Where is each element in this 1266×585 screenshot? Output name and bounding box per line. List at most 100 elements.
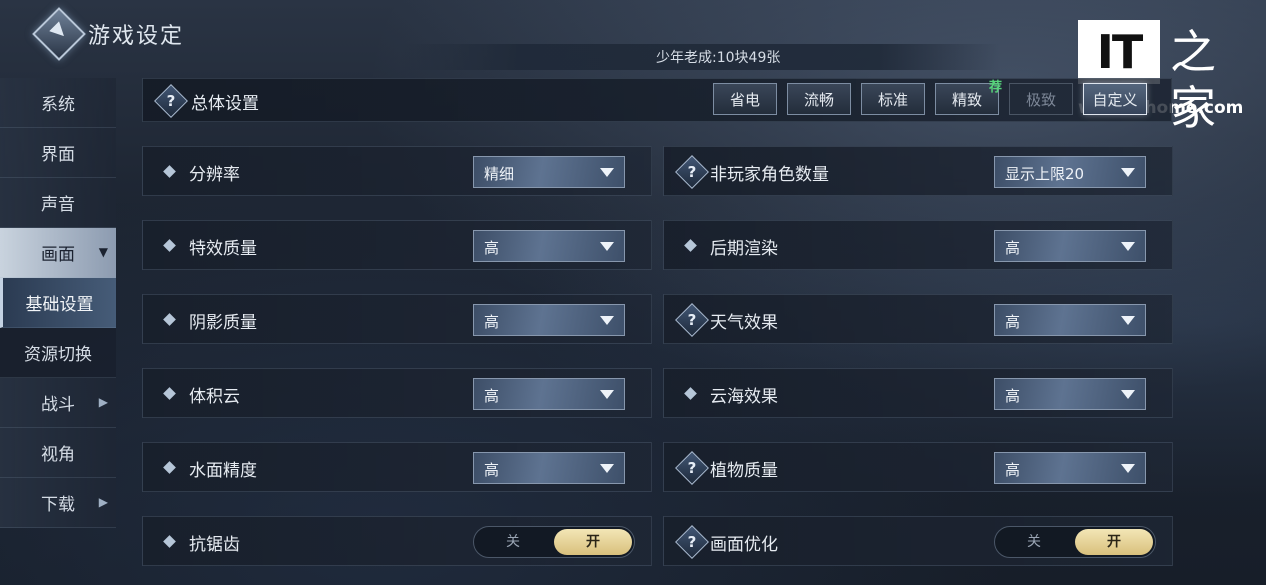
sidebar-item-interface[interactable]: 界面 xyxy=(0,128,116,178)
chevron-right-icon: ▶ xyxy=(98,495,108,509)
toggle-on-option[interactable]: 开 xyxy=(1075,529,1153,555)
sidebar-subitem-resource-switch[interactable]: 资源切换 xyxy=(0,328,116,378)
caret-down-icon xyxy=(1121,242,1135,251)
preset-label: 流畅 xyxy=(803,90,834,109)
sidebar-item-graphics[interactable]: 画面 ▼ xyxy=(0,228,116,278)
toggle-on-option[interactable]: 开 xyxy=(554,529,632,555)
setting-label: 抗锯齿 xyxy=(189,535,240,555)
header: 游戏设定 少年老成:10块49张 xyxy=(0,0,1266,75)
watermark-logo-cn: 之家 xyxy=(1170,25,1216,135)
sidebar-item-combat[interactable]: 战斗 ▶ xyxy=(0,378,116,428)
dropdown-value: 高 xyxy=(484,387,500,405)
help-icon[interactable]: ? xyxy=(154,84,188,118)
setting-label: 特效质量 xyxy=(189,239,257,259)
setting-weather-effects: ? 天气效果 高 xyxy=(663,294,1173,344)
shadow-quality-dropdown[interactable]: 高 xyxy=(473,304,625,336)
setting-post-processing: 后期渲染 高 xyxy=(663,220,1173,270)
dropdown-value: 高 xyxy=(1005,461,1021,479)
caret-down-icon xyxy=(600,390,614,399)
recommended-badge: 荐 xyxy=(988,80,1002,95)
sidebar-item-label: 基础设置 xyxy=(25,295,94,315)
diamond-bullet-icon xyxy=(163,387,176,400)
caret-down-icon xyxy=(1121,316,1135,325)
caret-down-icon xyxy=(600,242,614,251)
setting-cloud-sea-effects: 云海效果 高 xyxy=(663,368,1173,418)
resolution-dropdown[interactable]: 精细 xyxy=(473,156,625,188)
setting-resolution: 分辨率 精细 xyxy=(142,146,652,196)
effects-quality-dropdown[interactable]: 高 xyxy=(473,230,625,262)
setting-label: 阴影质量 xyxy=(189,313,257,333)
preset-fine-button[interactable]: 精致荐 xyxy=(935,80,1002,115)
setting-label: 非玩家角色数量 xyxy=(710,165,829,185)
sidebar-item-system[interactable]: 系统 xyxy=(0,78,116,128)
overall-settings-row: ? 总体设置 省电 流畅 标准 精致荐 极致 自定义 xyxy=(142,78,1172,122)
setting-anti-aliasing: 抗锯齿 关 开 xyxy=(142,516,652,566)
sidebar-item-label: 视角 xyxy=(41,445,75,465)
watermark-logo: IT xyxy=(1078,20,1160,98)
preset-label: 标准 xyxy=(877,90,908,109)
setting-label: 体积云 xyxy=(189,387,240,407)
caret-down-icon xyxy=(1121,390,1135,399)
help-icon[interactable]: ? xyxy=(675,451,709,485)
dropdown-value: 高 xyxy=(1005,313,1021,331)
overall-settings-label: 总体设置 xyxy=(191,94,259,114)
dropdown-value: 高 xyxy=(1005,239,1021,257)
water-precision-dropdown[interactable]: 高 xyxy=(473,452,625,484)
setting-shadow-quality: 阴影质量 高 xyxy=(142,294,652,344)
sidebar-item-label: 系统 xyxy=(41,95,75,115)
game-logo-icon xyxy=(32,7,86,61)
diamond-bullet-icon xyxy=(163,535,176,548)
setting-water-precision: 水面精度 高 xyxy=(142,442,652,492)
setting-volumetric-clouds: 体积云 高 xyxy=(142,368,652,418)
cloud-sea-dropdown[interactable]: 高 xyxy=(994,378,1146,410)
preset-label: 省电 xyxy=(729,90,760,109)
sidebar-subitem-basic-settings[interactable]: 基础设置 xyxy=(0,278,116,328)
quality-presets: 省电 流畅 标准 精致荐 极致 自定义 xyxy=(713,80,1147,115)
sidebar-item-camera[interactable]: 视角 xyxy=(0,428,116,478)
preset-custom-button[interactable]: 自定义 xyxy=(1083,83,1147,115)
caret-down-icon xyxy=(1121,168,1135,177)
sidebar-item-label: 界面 xyxy=(41,145,75,165)
help-icon[interactable]: ? xyxy=(675,525,709,559)
diamond-bullet-icon xyxy=(163,313,176,326)
toggle-off-option[interactable]: 关 xyxy=(995,527,1073,557)
dropdown-value: 显示上限20 xyxy=(1005,165,1085,183)
diamond-bullet-icon xyxy=(163,165,176,178)
preset-label: 精致 xyxy=(951,90,982,109)
preset-standard-button[interactable]: 标准 xyxy=(861,83,925,115)
setting-label: 后期渲染 xyxy=(710,239,778,259)
dropdown-value: 高 xyxy=(484,239,500,257)
preset-ultimate-button[interactable]: 极致 xyxy=(1009,83,1073,115)
setting-vegetation-quality: ? 植物质量 高 xyxy=(663,442,1173,492)
setting-label: 分辨率 xyxy=(189,165,240,185)
sidebar-item-sound[interactable]: 声音 xyxy=(0,178,116,228)
help-icon[interactable]: ? xyxy=(675,303,709,337)
dropdown-value: 高 xyxy=(1005,387,1021,405)
volumetric-clouds-dropdown[interactable]: 高 xyxy=(473,378,625,410)
caret-down-icon xyxy=(1121,464,1135,473)
sidebar-item-label: 声音 xyxy=(41,195,75,215)
diamond-bullet-icon xyxy=(163,461,176,474)
post-processing-dropdown[interactable]: 高 xyxy=(994,230,1146,262)
sidebar-item-label: 画面 xyxy=(41,245,75,265)
setting-label: 水面精度 xyxy=(189,461,257,481)
help-icon[interactable]: ? xyxy=(675,155,709,189)
sidebar-item-download[interactable]: 下载 ▶ xyxy=(0,478,116,528)
preset-smooth-button[interactable]: 流畅 xyxy=(787,83,851,115)
anti-aliasing-toggle[interactable]: 关 开 xyxy=(473,526,635,558)
caret-down-icon xyxy=(600,316,614,325)
setting-label: 云海效果 xyxy=(710,387,778,407)
vegetation-quality-dropdown[interactable]: 高 xyxy=(994,452,1146,484)
chevron-right-icon: ▶ xyxy=(98,395,108,409)
setting-npc-count: ? 非玩家角色数量 显示上限20 xyxy=(663,146,1173,196)
sidebar-item-label: 下载 xyxy=(41,495,75,515)
settings-sidebar: 系统 界面 声音 画面 ▼ 基础设置 资源切换 战斗 ▶ 视角 下载 ▶ xyxy=(0,78,118,528)
preset-power-saving-button[interactable]: 省电 xyxy=(713,83,777,115)
dropdown-value: 高 xyxy=(484,461,500,479)
dropdown-value: 高 xyxy=(484,313,500,331)
toggle-off-option[interactable]: 关 xyxy=(474,527,552,557)
page-title: 游戏设定 xyxy=(88,24,185,49)
npc-count-dropdown[interactable]: 显示上限20 xyxy=(994,156,1146,188)
weather-effects-dropdown[interactable]: 高 xyxy=(994,304,1146,336)
display-optimization-toggle[interactable]: 关 开 xyxy=(994,526,1156,558)
